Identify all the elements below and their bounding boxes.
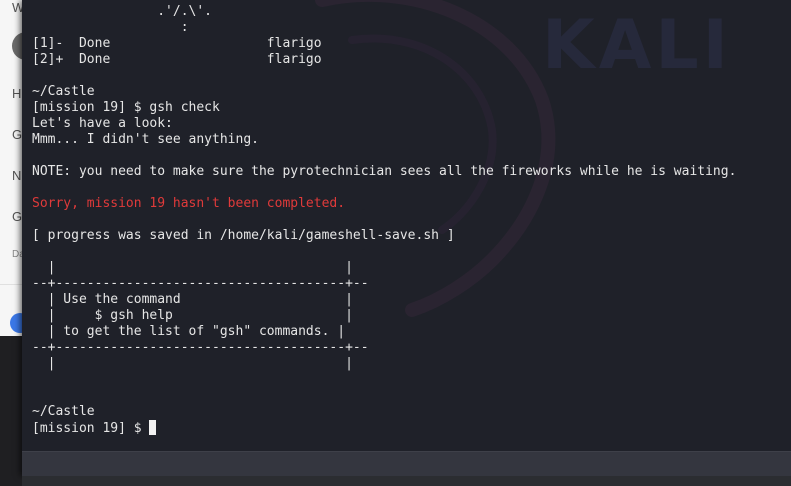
terminal-line: ~/Castle — [32, 84, 95, 99]
terminal-line: : — [32, 20, 189, 35]
terminal-line: .'/.\'. — [32, 4, 213, 19]
terminal-prompt-line: [mission 19] $ — [32, 420, 157, 436]
terminal-line: | $ gsh help | — [32, 308, 353, 323]
background-text: N — [12, 168, 22, 183]
terminal-line: Let's have a look: — [32, 116, 173, 131]
text-cursor[interactable] — [149, 420, 157, 435]
background-text: H — [12, 86, 22, 101]
terminal-line: [2]+ Done flarigo — [32, 52, 322, 67]
desktop-background — [22, 476, 791, 486]
background-text: G — [12, 209, 23, 224]
terminal-line: [1]- Done flarigo — [32, 36, 322, 51]
terminal-line: [mission 19] $ gsh check — [32, 100, 220, 115]
terminal-line: --+-------------------------------------… — [32, 340, 369, 355]
terminal-window[interactable]: KALI .'/.\'. : [1]- Done flarigo [2]+ Done… — [22, 0, 791, 476]
terminal-output[interactable]: .'/.\'. : [1]- Done flarigo [2]+ Done flar… — [32, 0, 782, 450]
terminal-line: [ progress was saved in /home/kali/games… — [32, 228, 455, 243]
terminal-line: NOTE: you need to make sure the pyrotech… — [32, 164, 737, 179]
terminal-line: | Use the command | — [32, 292, 353, 307]
terminal-line: | | — [32, 356, 353, 371]
terminal-line: | | — [32, 260, 353, 275]
terminal-bottom-bar — [22, 451, 791, 477]
terminal-line: Mmm... I didn't see anything. — [32, 132, 259, 147]
background-text: G — [12, 127, 23, 142]
terminal-line: Sorry, mission 19 hasn't been completed. — [32, 196, 346, 211]
terminal-line: --+-------------------------------------… — [32, 276, 369, 291]
desktop: W H G N G Da KALI .'/.\'. : [1]- Done fla… — [0, 0, 791, 486]
terminal-line: ~/Castle — [32, 404, 95, 419]
terminal-line: | to get the list of "gsh" commands. | — [32, 324, 346, 339]
